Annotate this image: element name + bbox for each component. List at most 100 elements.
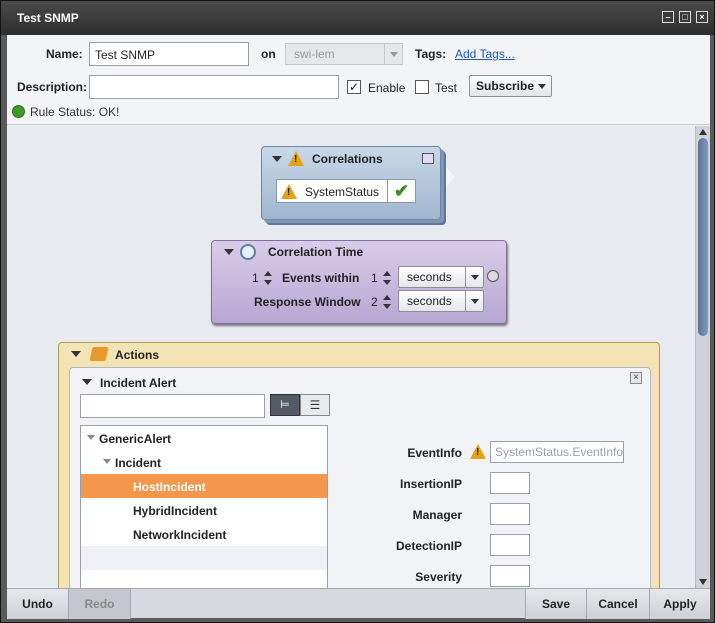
footer-bar: Undo Redo Save Cancel Apply [7, 588, 710, 619]
rule-status: Rule Status: OK! [30, 105, 120, 119]
chevron-down-icon [538, 84, 546, 89]
vertical-scrollbar[interactable] [695, 126, 710, 588]
insertionip-field[interactable] [490, 472, 530, 494]
warning-icon: ! [288, 151, 304, 166]
collapse-icon[interactable] [272, 156, 282, 162]
description-label: Description: [17, 80, 88, 94]
scroll-thumb[interactable] [698, 138, 708, 336]
correlation-item[interactable]: ! SystemStatus ✔ [276, 179, 416, 203]
tree-item[interactable]: GenericAlert [81, 426, 327, 450]
subscribe-label: Subscribe [476, 79, 535, 93]
test-label: Test [435, 81, 458, 95]
scroll-up-icon[interactable] [699, 129, 707, 135]
list-view-icon[interactable]: ☰ [300, 394, 330, 416]
subscribe-dropdown[interactable]: Subscribe [469, 75, 552, 97]
tree-item[interactable]: NetworkIncident [81, 522, 327, 546]
status-ok-icon [12, 105, 25, 118]
chevron-down-icon [465, 267, 483, 287]
correlations-box[interactable]: ! Correlations ! SystemStatus ✔ [261, 146, 455, 220]
expand-arrow-icon[interactable] [103, 459, 111, 464]
response-unit-dropdown[interactable]: seconds [398, 290, 484, 312]
rule-header: Name: Test SNMP on swi-lem Tags: Add Tag… [7, 35, 710, 125]
on-label: on [261, 47, 276, 61]
apply-button[interactable]: Apply [650, 589, 710, 619]
detectionip-label: DetectionIP [395, 539, 462, 553]
add-tags-link[interactable]: Add Tags... [455, 47, 515, 61]
severity-field[interactable] [490, 565, 530, 587]
correlation-time-title: Correlation Time [268, 245, 364, 259]
collapse-icon[interactable] [71, 351, 81, 357]
manager-label: Manager [412, 508, 462, 522]
tree-item-label: Incident [115, 456, 162, 470]
close-icon[interactable]: × [630, 372, 642, 384]
tree-item-selected[interactable]: HostIncident [81, 474, 327, 498]
expand-icon[interactable] [422, 153, 434, 164]
response-window-value[interactable]: 2 [371, 295, 378, 309]
response-window-label: Response Window [254, 295, 361, 309]
response-window-stepper[interactable] [383, 295, 391, 309]
correlation-time-box: Correlation Time 1 Events within 1 secon… [211, 240, 507, 324]
manager-field[interactable] [490, 503, 530, 525]
detectionip-field[interactable] [490, 534, 530, 556]
test-checkbox[interactable] [415, 80, 429, 94]
expand-arrow-icon[interactable] [87, 435, 95, 440]
content-area: Name: Test SNMP on swi-lem Tags: Add Tag… [7, 35, 710, 588]
actions-title: Actions [115, 348, 160, 362]
enable-label: Enable [368, 81, 406, 95]
tree-item-label: HybridIncident [133, 504, 218, 518]
title-bar: Test SNMP – □ × [1, 1, 714, 35]
save-button[interactable]: Save [525, 589, 587, 619]
events-count-stepper[interactable] [264, 271, 272, 285]
response-unit-value: seconds [407, 294, 452, 308]
tree-item[interactable]: HybridIncident [81, 498, 327, 522]
redo-button[interactable]: Redo [69, 589, 131, 619]
alert-tree: GenericAlert Incident HostIncident Hybri… [80, 425, 328, 588]
minimize-icon[interactable]: – [662, 11, 674, 23]
tree-item[interactable]: Incident [81, 450, 327, 474]
insertionip-label: InsertionIP [399, 477, 462, 491]
enable-checkbox[interactable]: ✓ [347, 80, 361, 94]
actions-icon [89, 347, 109, 361]
maximize-icon[interactable]: □ [679, 11, 691, 23]
severity-label: Severity [415, 570, 462, 584]
events-unit-value: seconds [407, 270, 452, 284]
tags-label: Tags: [415, 47, 447, 61]
events-unit-dropdown[interactable]: seconds [398, 266, 484, 288]
name-label: Name: [46, 47, 83, 61]
check-icon: ✔ [387, 180, 415, 202]
rule-editor-window: Test SNMP – □ × Name: Test SNMP on swi-l… [0, 0, 715, 623]
collapse-icon[interactable] [82, 379, 92, 385]
eventinfo-label: EventInfo [407, 446, 462, 460]
output-arrow-icon [446, 167, 455, 187]
tree-item-label: NetworkIncident [133, 528, 227, 542]
alert-search-input[interactable] [80, 394, 265, 418]
undo-button[interactable]: Undo [7, 589, 69, 619]
eventinfo-input[interactable]: SystemStatus.EventInfo [490, 441, 624, 463]
description-input[interactable] [89, 75, 339, 99]
events-count[interactable]: 1 [252, 271, 259, 285]
clock-icon [240, 244, 256, 260]
actions-box: Actions Incident Alert × ⊨ ☰ GenericAler… [58, 342, 660, 588]
rule-canvas: ! Correlations ! SystemStatus ✔ Correlat… [7, 126, 695, 588]
window-title: Test SNMP [17, 11, 79, 25]
tree-view-icon[interactable]: ⊨ [270, 394, 300, 416]
cancel-button[interactable]: Cancel [587, 589, 650, 619]
tree-item-label: GenericAlert [99, 432, 172, 446]
close-icon[interactable]: × [696, 11, 708, 23]
on-select-value: swi-lem [294, 47, 335, 61]
time-settings-icon[interactable] [487, 270, 499, 282]
events-within-value[interactable]: 1 [371, 271, 378, 285]
chevron-down-icon [384, 44, 402, 64]
incident-alert-title: Incident Alert [100, 376, 177, 390]
chevron-down-icon [465, 291, 483, 311]
correlations-title: Correlations [312, 152, 383, 166]
collapse-icon[interactable] [224, 249, 234, 255]
on-select: swi-lem [285, 43, 403, 65]
tree-empty-row [81, 546, 327, 570]
scroll-down-icon[interactable] [699, 579, 707, 585]
warning-icon: ! [281, 184, 297, 199]
events-within-stepper[interactable] [383, 271, 391, 285]
incident-alert-panel: Incident Alert × ⊨ ☰ GenericAlert Incide… [69, 367, 651, 588]
name-input[interactable]: Test SNMP [89, 42, 249, 66]
warning-icon: ! [470, 444, 486, 459]
